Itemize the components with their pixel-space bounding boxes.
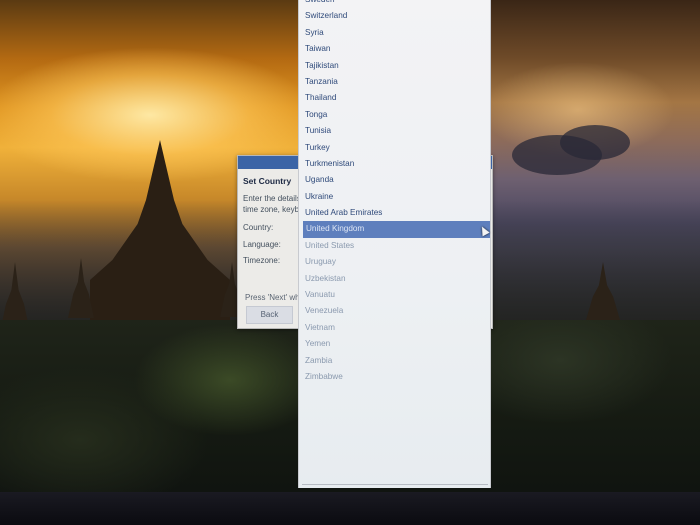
dropdown-option[interactable]: United States bbox=[299, 238, 490, 254]
dropdown-option[interactable]: Ukraine bbox=[299, 189, 490, 205]
dropdown-option[interactable]: Uzbekistan bbox=[299, 271, 490, 287]
monitor-bezel bbox=[0, 492, 700, 525]
dropdown-option[interactable]: Thailand bbox=[299, 90, 490, 106]
dropdown-option[interactable]: Zimbabwe bbox=[299, 369, 490, 385]
dialog-description: Enter the details time zone, keyb bbox=[243, 193, 305, 215]
wallpaper-cloud bbox=[560, 125, 630, 160]
dropdown-option[interactable]: Tanzania bbox=[299, 74, 490, 90]
dialog-hint: Press 'Next' whe bbox=[245, 293, 305, 302]
dropdown-option[interactable]: Uruguay bbox=[299, 254, 490, 270]
dropdown-option[interactable]: Turkmenistan bbox=[299, 156, 490, 172]
dropdown-option[interactable]: Tajikistan bbox=[299, 58, 490, 74]
dropdown-option[interactable]: Switzerland bbox=[299, 8, 490, 24]
country-dropdown-list[interactable]: SwedenSwitzerlandSyriaTaiwanTajikistanTa… bbox=[298, 0, 491, 488]
dropdown-option[interactable]: Venezuela bbox=[299, 303, 490, 319]
dialog-description-line: Enter the details bbox=[243, 194, 301, 203]
dropdown-option[interactable]: Vietnam bbox=[299, 320, 490, 336]
dropdown-option[interactable]: Tonga bbox=[299, 107, 490, 123]
dropdown-option[interactable]: Yemen bbox=[299, 336, 490, 352]
dropdown-option[interactable]: United Arab Emirates bbox=[299, 205, 490, 221]
language-label: Language: bbox=[243, 240, 281, 249]
dropdown-option[interactable]: Syria bbox=[299, 25, 490, 41]
timezone-label: Timezone: bbox=[243, 256, 281, 265]
dropdown-option[interactable]: Taiwan bbox=[299, 41, 490, 57]
dialog-title: Set Country bbox=[243, 176, 292, 186]
country-label: Country: bbox=[243, 223, 274, 232]
dropdown-option[interactable]: Turkey bbox=[299, 140, 490, 156]
desktop-wallpaper: Set Country Enter the details time zone,… bbox=[0, 0, 700, 492]
dropdown-option[interactable]: Uganda bbox=[299, 172, 490, 188]
dropdown-option[interactable]: Zambia bbox=[299, 353, 490, 369]
dropdown-scrollbar[interactable] bbox=[302, 484, 488, 485]
dropdown-option[interactable]: United Kingdom bbox=[303, 221, 490, 238]
dialog-description-line: time zone, keyb bbox=[243, 205, 300, 214]
dropdown-option[interactable]: Vanuatu bbox=[299, 287, 490, 303]
dropdown-option[interactable]: Sweden bbox=[299, 0, 490, 8]
dropdown-items: SwedenSwitzerlandSyriaTaiwanTajikistanTa… bbox=[299, 0, 490, 385]
dropdown-option[interactable]: Tunisia bbox=[299, 123, 490, 139]
back-button[interactable]: Back bbox=[246, 306, 293, 324]
